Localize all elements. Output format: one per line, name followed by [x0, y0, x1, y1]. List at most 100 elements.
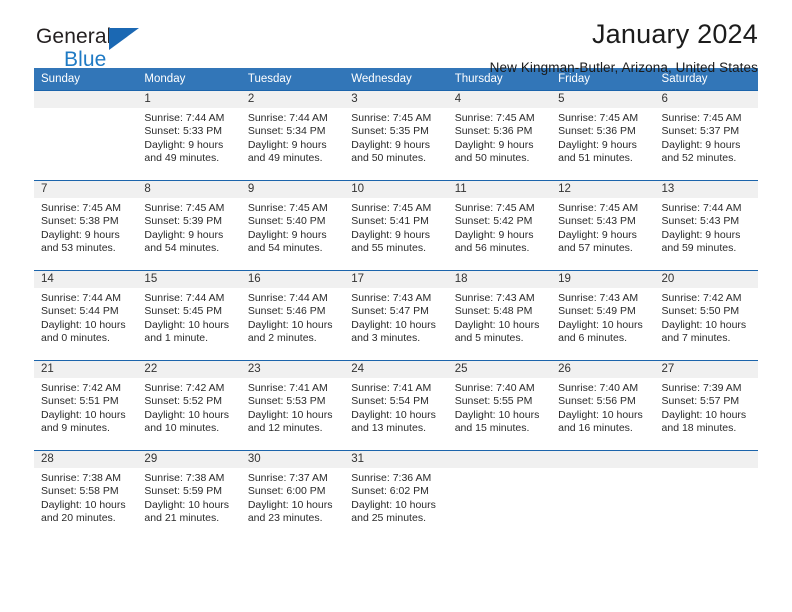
day-number: 18: [447, 271, 552, 288]
sunrise-text: Sunrise: 7:44 AM: [144, 292, 225, 304]
day-details: Sunrise: 7:44 AM Sunset: 5:34 PM Daylight:…: [241, 108, 344, 166]
daylight-text: Daylight: 9 hours: [661, 138, 741, 151]
sunrise-text: Sunrise: 7:45 AM: [351, 112, 432, 124]
day-cell[interactable]: 4 Sunrise: 7:45 AM Sunset: 5:36 PM Daylight…: [447, 90, 552, 180]
daylight-text: Daylight: 10 hours: [661, 408, 747, 421]
day-cell[interactable]: 29 Sunrise: 7:38 AM Sunset: 5:59 PM Dayligh…: [137, 450, 241, 540]
day-details: Sunrise: 7:45 AM Sunset: 5:41 PM Daylight:…: [344, 198, 447, 256]
day-cell[interactable]: 17 Sunrise: 7:43 AM Sunset: 5:47 PM Dayligh…: [344, 270, 448, 360]
sunset-text: Sunset: 5:59 PM: [144, 485, 223, 498]
day-cell[interactable]: 3 Sunrise: 7:45 AM Sunset: 5:35 PM Daylight…: [344, 90, 448, 180]
day-cell[interactable]: 19 Sunrise: 7:43 AM Sunset: 5:49 PM Dayligh…: [551, 270, 655, 360]
day-cell[interactable]: 13 Sunrise: 7:44 AM Sunset: 5:43 PM Dayligh…: [654, 180, 758, 270]
day-cell[interactable]: 30 Sunrise: 7:37 AM Sunset: 6:00 PM Dayligh…: [240, 450, 345, 540]
daylight-text-cont: and 57 minutes.: [558, 242, 633, 255]
daylight-text-cont: and 49 minutes.: [247, 152, 323, 165]
day-details: Sunrise: 7:44 AM Sunset: 5:45 PM Daylight:…: [137, 288, 240, 346]
day-cell[interactable]: 5 Sunrise: 7:45 AM Sunset: 5:36 PM Daylight…: [551, 90, 655, 180]
sunrise-text: Sunrise: 7:42 AM: [661, 292, 742, 304]
day-number: 6: [654, 91, 758, 108]
day-cell[interactable]: 15 Sunrise: 7:44 AM Sunset: 5:45 PM Dayligh…: [137, 270, 241, 360]
daylight-text-cont: and 3 minutes.: [351, 332, 421, 345]
day-cell[interactable]: 16 Sunrise: 7:44 AM Sunset: 5:46 PM Dayligh…: [240, 270, 345, 360]
sunrise-text: Sunrise: 7:44 AM: [144, 112, 225, 124]
day-details: Sunrise: 7:45 AM Sunset: 5:37 PM Daylight:…: [655, 108, 758, 166]
general-blue-logo[interactable]: General Blue: [36, 26, 166, 76]
sunset-text: Sunset: 5:50 PM: [661, 305, 740, 318]
calendar-weeks: 1 Sunrise: 7:44 AM Sunset: 5:33 PM Daylight…: [34, 90, 758, 540]
daylight-text: Daylight: 9 hours: [558, 228, 637, 241]
daylight-text-cont: and 56 minutes.: [454, 242, 530, 255]
day-number: 9: [240, 181, 345, 198]
day-details: Sunrise: 7:44 AM Sunset: 5:46 PM Daylight:…: [241, 288, 344, 346]
sunset-text: Sunset: 5:45 PM: [144, 305, 223, 318]
day-cell[interactable]: 31 Sunrise: 7:36 AM Sunset: 6:02 PM Dayligh…: [344, 450, 448, 540]
day-details: [655, 468, 758, 472]
day-cell[interactable]: 28 Sunrise: 7:38 AM Sunset: 5:58 PM Dayligh…: [34, 450, 138, 540]
day-cell[interactable]: 20 Sunrise: 7:42 AM Sunset: 5:50 PM Dayligh…: [654, 270, 758, 360]
day-details: Sunrise: 7:42 AM Sunset: 5:50 PM Daylight:…: [655, 288, 758, 346]
daylight-text: Daylight: 10 hours: [247, 498, 333, 511]
day-cell[interactable]: 10 Sunrise: 7:45 AM Sunset: 5:41 PM Dayligh…: [344, 180, 448, 270]
sunset-text: Sunset: 5:56 PM: [558, 395, 636, 408]
sunset-text: Sunset: 5:33 PM: [144, 125, 223, 138]
daylight-text-cont: and 18 minutes.: [661, 422, 737, 435]
daylight-text: Daylight: 10 hours: [41, 408, 126, 421]
daylight-text: Daylight: 10 hours: [351, 318, 436, 331]
day-cell[interactable]: 24 Sunrise: 7:41 AM Sunset: 5:54 PM Dayligh…: [344, 360, 448, 450]
title-block: January 2024 New Kingman-Butler, Arizona…: [490, 19, 758, 74]
day-cell[interactable]: 26 Sunrise: 7:40 AM Sunset: 5:56 PM Dayligh…: [551, 360, 655, 450]
daylight-text: Daylight: 9 hours: [661, 228, 741, 241]
sunrise-text: Sunrise: 7:44 AM: [661, 202, 742, 214]
sunrise-text: Sunrise: 7:45 AM: [351, 202, 432, 214]
day-number: 28: [34, 451, 138, 468]
day-number: 2: [240, 91, 345, 108]
day-cell[interactable]: 11 Sunrise: 7:45 AM Sunset: 5:42 PM Dayligh…: [447, 180, 552, 270]
daylight-text: Daylight: 9 hours: [351, 138, 431, 151]
day-cell[interactable]: 25 Sunrise: 7:40 AM Sunset: 5:55 PM Dayligh…: [447, 360, 552, 450]
day-cell[interactable]: 1 Sunrise: 7:44 AM Sunset: 5:33 PM Daylight…: [137, 90, 241, 180]
sunrise-text: Sunrise: 7:43 AM: [351, 292, 432, 304]
daylight-text-cont: and 12 minutes.: [247, 422, 323, 435]
sunrise-text: Sunrise: 7:45 AM: [144, 202, 225, 214]
day-cell[interactable]: 6 Sunrise: 7:45 AM Sunset: 5:37 PM Daylight…: [654, 90, 758, 180]
daylight-text: Daylight: 9 hours: [247, 228, 327, 241]
daylight-text-cont: and 15 minutes.: [454, 422, 530, 435]
day-cell[interactable]: 14 Sunrise: 7:44 AM Sunset: 5:44 PM Dayligh…: [34, 270, 138, 360]
sunrise-text: Sunrise: 7:43 AM: [454, 292, 535, 304]
day-cell[interactable]: 8 Sunrise: 7:45 AM Sunset: 5:39 PM Daylight…: [137, 180, 241, 270]
sunrise-text: Sunrise: 7:44 AM: [247, 112, 328, 124]
sunset-text: Sunset: 5:43 PM: [661, 215, 740, 228]
sunset-text: Sunset: 5:34 PM: [247, 125, 326, 138]
day-number: 3: [344, 91, 448, 108]
day-cell[interactable]: 27 Sunrise: 7:39 AM Sunset: 5:57 PM Dayligh…: [654, 360, 758, 450]
day-number: 31: [344, 451, 448, 468]
sunrise-text: Sunrise: 7:45 AM: [558, 112, 639, 124]
day-number: 8: [137, 181, 241, 198]
week-row: 1 Sunrise: 7:44 AM Sunset: 5:33 PM Daylight…: [34, 90, 758, 180]
day-cell[interactable]: 12 Sunrise: 7:45 AM Sunset: 5:43 PM Dayligh…: [551, 180, 655, 270]
day-cell[interactable]: 9 Sunrise: 7:45 AM Sunset: 5:40 PM Daylight…: [240, 180, 345, 270]
day-cell[interactable]: 22 Sunrise: 7:42 AM Sunset: 5:52 PM Dayligh…: [137, 360, 241, 450]
sunset-text: Sunset: 5:43 PM: [558, 215, 636, 228]
sunrise-text: Sunrise: 7:45 AM: [558, 202, 639, 214]
daylight-text-cont: and 49 minutes.: [144, 152, 220, 165]
day-number: 17: [344, 271, 448, 288]
day-cell[interactable]: 21 Sunrise: 7:42 AM Sunset: 5:51 PM Dayligh…: [34, 360, 138, 450]
day-number: 4: [447, 91, 552, 108]
day-number: 12: [551, 181, 655, 198]
day-details: Sunrise: 7:44 AM Sunset: 5:44 PM Daylight:…: [34, 288, 137, 346]
daylight-text: Daylight: 10 hours: [41, 498, 126, 511]
sunset-text: Sunset: 5:42 PM: [454, 215, 533, 228]
sunrise-text: Sunrise: 7:42 AM: [144, 382, 225, 394]
day-cell[interactable]: 18 Sunrise: 7:43 AM Sunset: 5:48 PM Dayligh…: [447, 270, 552, 360]
day-number: [654, 451, 758, 468]
daylight-text-cont: and 55 minutes.: [351, 242, 426, 255]
day-cell[interactable]: 2 Sunrise: 7:44 AM Sunset: 5:34 PM Daylight…: [240, 90, 345, 180]
day-cell[interactable]: 7 Sunrise: 7:45 AM Sunset: 5:38 PM Daylight…: [34, 180, 138, 270]
daylight-text-cont: and 59 minutes.: [661, 242, 737, 255]
day-details: Sunrise: 7:43 AM Sunset: 5:49 PM Daylight:…: [551, 288, 654, 346]
day-cell[interactable]: 23 Sunrise: 7:41 AM Sunset: 5:53 PM Dayligh…: [240, 360, 345, 450]
daylight-text-cont: and 53 minutes.: [41, 242, 116, 255]
daylight-text-cont: and 51 minutes.: [558, 152, 633, 165]
